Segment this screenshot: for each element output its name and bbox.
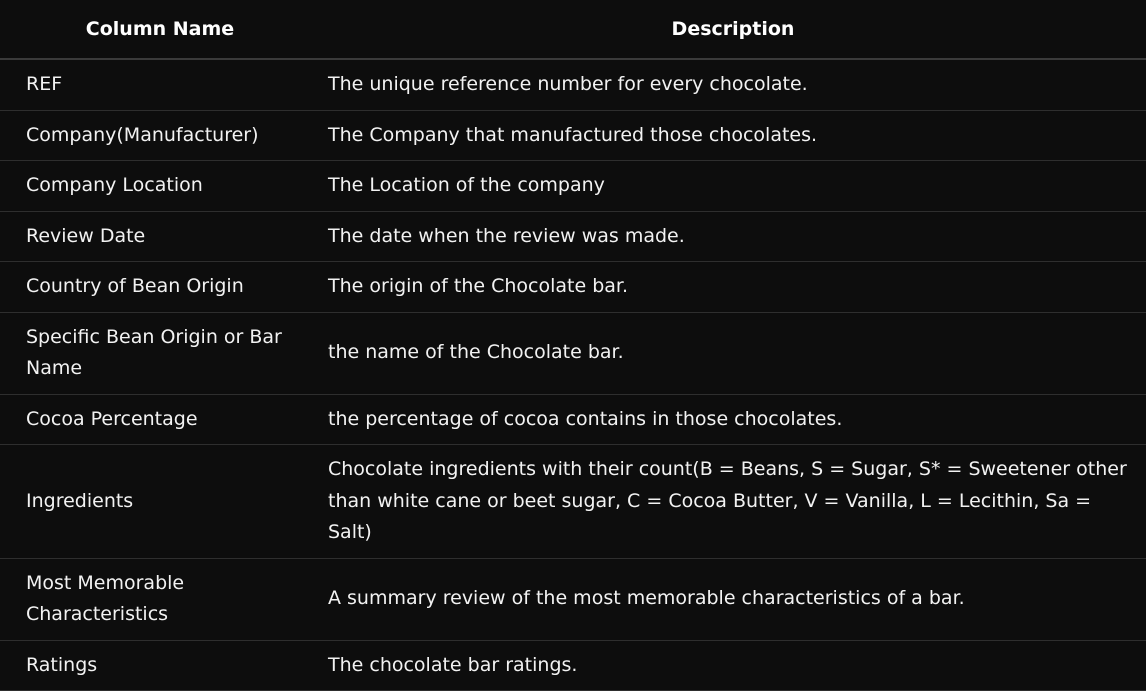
- table-row: Ratings The chocolate bar ratings.: [0, 640, 1146, 691]
- description-header: Description: [320, 0, 1146, 60]
- description-cell: A summary review of the most memorable c…: [320, 558, 1146, 641]
- column-name-cell: Specific Bean Origin or Bar Name: [0, 312, 320, 395]
- description-cell: The unique reference number for every ch…: [320, 59, 1146, 111]
- column-name-header: Column Name: [0, 0, 320, 60]
- column-name-cell: Ratings: [0, 640, 320, 691]
- table-row: Most Memorable Characteristics A summary…: [0, 558, 1146, 641]
- column-name-cell: Ingredients: [0, 444, 320, 559]
- description-cell: the name of the Chocolate bar.: [320, 312, 1146, 395]
- column-description-table: Column Name Description REF The unique r…: [0, 0, 1146, 691]
- table-row: Cocoa Percentage the percentage of cocoa…: [0, 394, 1146, 445]
- description-cell: The origin of the Chocolate bar.: [320, 261, 1146, 313]
- table-row: Ingredients Chocolate ingredients with t…: [0, 444, 1146, 559]
- description-cell: The Company that manufactured those choc…: [320, 110, 1146, 161]
- table-row: REF The unique reference number for ever…: [0, 59, 1146, 111]
- column-name-cell: Company(Manufacturer): [0, 110, 320, 161]
- column-name-cell: Cocoa Percentage: [0, 394, 320, 445]
- table-row: Specific Bean Origin or Bar Name the nam…: [0, 312, 1146, 395]
- description-cell: The Location of the company: [320, 160, 1146, 212]
- description-cell: The date when the review was made.: [320, 211, 1146, 262]
- description-cell: the percentage of cocoa contains in thos…: [320, 394, 1146, 445]
- table-body: REF The unique reference number for ever…: [0, 59, 1146, 691]
- table-row: Company Location The Location of the com…: [0, 160, 1146, 212]
- column-name-cell: Review Date: [0, 211, 320, 262]
- column-name-cell: Most Memorable Characteristics: [0, 558, 320, 641]
- description-cell: The chocolate bar ratings.: [320, 640, 1146, 691]
- column-name-cell: Company Location: [0, 160, 320, 212]
- description-cell: Chocolate ingredients with their count(B…: [320, 444, 1146, 559]
- table-row: Company(Manufacturer) The Company that m…: [0, 110, 1146, 161]
- table-header: Column Name Description: [0, 0, 1146, 60]
- table-row: Review Date The date when the review was…: [0, 211, 1146, 262]
- table-row: Country of Bean Origin The origin of the…: [0, 261, 1146, 313]
- header-row: Column Name Description: [0, 0, 1146, 60]
- column-name-cell: Country of Bean Origin: [0, 261, 320, 313]
- column-name-cell: REF: [0, 59, 320, 111]
- column-description-table-container: Column Name Description REF The unique r…: [0, 0, 1146, 691]
